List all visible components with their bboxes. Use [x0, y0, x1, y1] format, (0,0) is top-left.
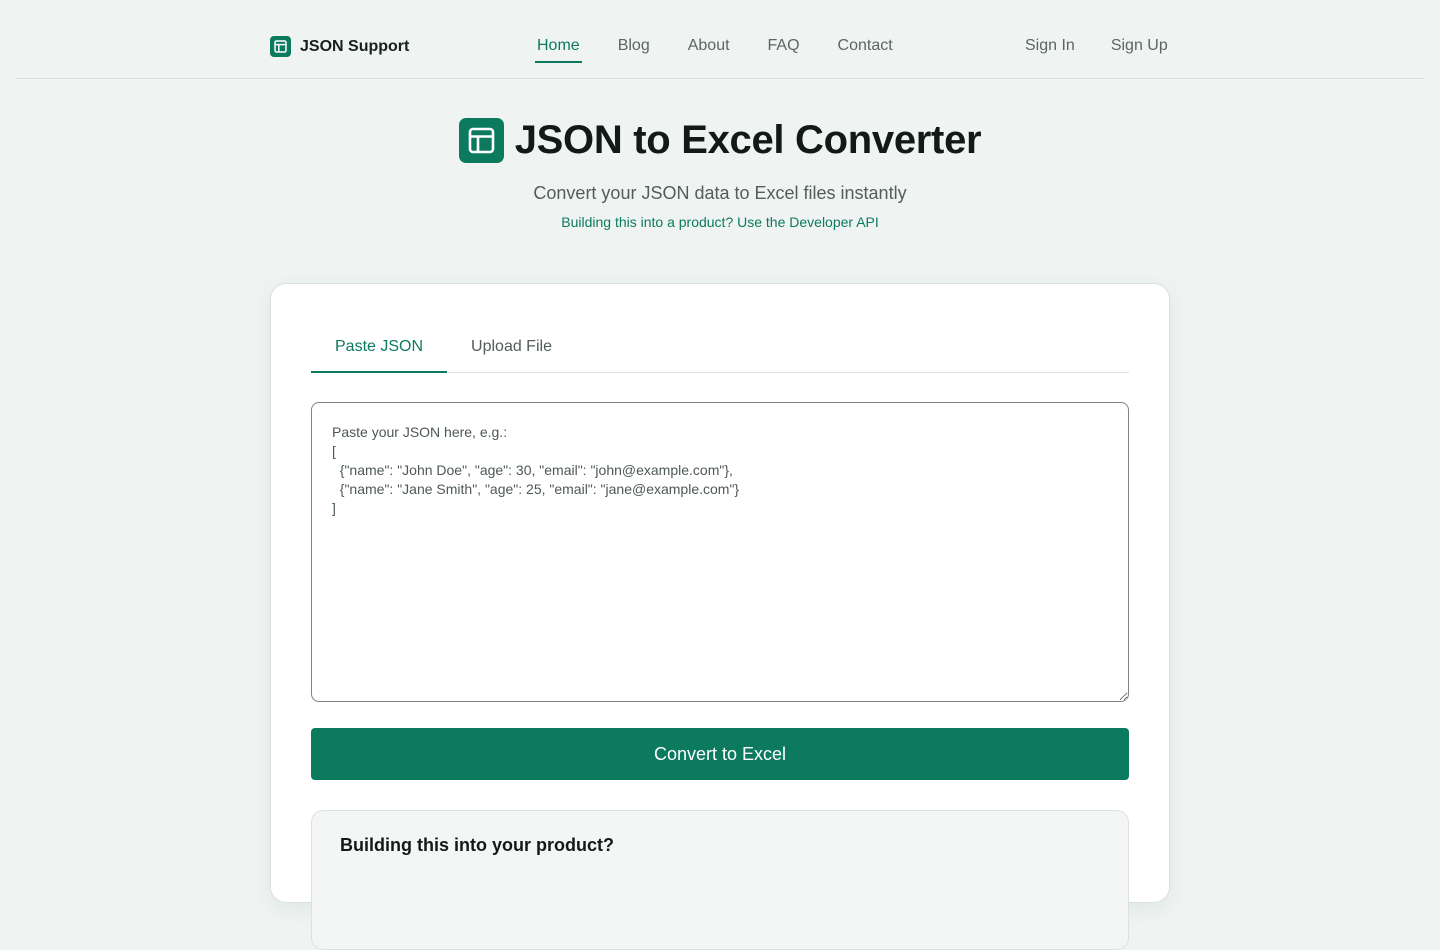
- main-nav: Home Blog About FAQ Contact: [535, 35, 895, 63]
- convert-to-excel-button[interactable]: Convert to Excel: [311, 728, 1129, 780]
- converter-card: Paste JSON Upload File Convert to Excel …: [270, 283, 1170, 950]
- nav-link-home[interactable]: Home: [535, 35, 582, 63]
- page-title: JSON to Excel Converter: [514, 118, 982, 162]
- brand-logo-link[interactable]: JSON Support: [270, 36, 409, 57]
- table-icon: [458, 118, 504, 163]
- auth-links: Sign In Sign Up: [1025, 35, 1168, 57]
- tab-upload-file[interactable]: Upload File: [447, 326, 576, 373]
- nav-link-contact[interactable]: Contact: [836, 35, 895, 63]
- top-navigation: JSON Support Home Blog About FAQ Contact…: [16, 0, 1424, 79]
- nav-link-blog[interactable]: Blog: [616, 35, 652, 63]
- nav-link-faq[interactable]: FAQ: [766, 35, 802, 63]
- input-mode-tabs: Paste JSON Upload File: [311, 326, 1129, 373]
- developer-api-link[interactable]: Building this into a product? Use the De…: [561, 214, 879, 230]
- brand-name: JSON Support: [300, 37, 410, 55]
- developer-promo-box: Building this into your product?: [311, 810, 1129, 950]
- table-icon: [270, 36, 291, 57]
- sign-in-link[interactable]: Sign In: [1025, 35, 1075, 57]
- page-subtitle: Convert your JSON data to Excel files in…: [533, 183, 907, 203]
- hero-title-row: JSON to Excel Converter: [0, 118, 1440, 163]
- developer-api-link-row: Building this into a product? Use the De…: [0, 214, 1440, 230]
- sign-up-link[interactable]: Sign Up: [1111, 35, 1168, 57]
- nav-link-about[interactable]: About: [686, 35, 732, 63]
- tab-paste-json[interactable]: Paste JSON: [311, 326, 448, 373]
- json-input[interactable]: [311, 402, 1129, 702]
- developer-promo-heading: Building this into your product?: [340, 835, 614, 855]
